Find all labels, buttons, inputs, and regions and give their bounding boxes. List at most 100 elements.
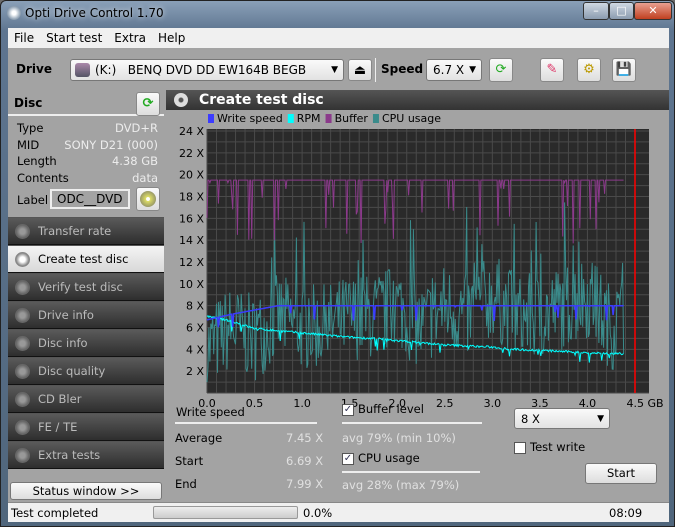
y-tick-label: 2 X: [186, 365, 204, 378]
y-tick-label: 20 X: [179, 169, 204, 182]
nav-label: Transfer rate: [38, 224, 112, 238]
write-speed-select[interactable]: 8 X ▼: [514, 408, 610, 429]
settings-button[interactable]: ⚙: [577, 58, 601, 82]
disc-icon: [15, 280, 30, 295]
x-tick-label: 1.0: [293, 397, 311, 410]
legend-label: RPM: [297, 112, 321, 125]
chevron-down-icon: ▼: [469, 65, 476, 75]
menu-help[interactable]: Help: [152, 28, 191, 48]
disc-label-button[interactable]: [136, 187, 160, 211]
refresh-disc-button[interactable]: ⟳: [136, 92, 160, 116]
nav-item-cd-bler[interactable]: CD Bler: [8, 385, 164, 413]
nav-item-drive-info[interactable]: Drive info: [8, 301, 164, 329]
value: DVD+R: [114, 121, 158, 135]
buffer-level-checkbox[interactable]: ✓ Buffer level: [342, 402, 424, 416]
disc-icon: [15, 392, 30, 407]
erase-button[interactable]: ✎: [540, 58, 564, 82]
nav-label: Verify test disc: [38, 280, 123, 294]
y-tick-label: 14 X: [179, 234, 204, 247]
menu-extra[interactable]: Extra: [108, 28, 152, 48]
drive-name: BENQ DVD DD EW164B BEGB: [127, 63, 307, 77]
disc-title: Disc: [14, 96, 43, 110]
disc-label-field[interactable]: ODC__DVD: [50, 189, 130, 209]
key: Contents: [17, 170, 69, 185]
y-tick-label: 4 X: [186, 343, 204, 356]
eraser-icon: ✎: [546, 62, 558, 77]
nav-item-extra-tests[interactable]: Extra tests: [8, 441, 164, 469]
legend-swatch: [208, 114, 214, 123]
eject-icon: ⏏: [353, 63, 367, 78]
disc-label-row: Label ODC__DVD: [8, 186, 164, 214]
label-key: Label: [17, 193, 49, 207]
maximize-button[interactable]: □: [609, 2, 634, 20]
test-write-checkbox[interactable]: Test write: [514, 440, 585, 454]
save-icon: 💾: [615, 62, 633, 77]
nav-item-verify-test-disc[interactable]: Verify test disc: [8, 273, 164, 301]
cpu-stat: avg 28% (max 79%): [342, 478, 460, 492]
y-tick-label: 22 X: [179, 147, 204, 160]
average-label: Average: [175, 431, 223, 445]
legend-swatch: [287, 114, 294, 123]
value: data: [132, 170, 158, 185]
start-value: 6.69 X: [286, 454, 324, 468]
y-tick-label: 18 X: [179, 191, 204, 204]
disc-icon: [15, 336, 30, 351]
close-button[interactable]: ✕: [634, 2, 672, 20]
disc-length-row: Length 4.38 GB: [8, 153, 164, 170]
disc-header: Disc ⟳: [8, 90, 164, 116]
y-tick-label: 6 X: [186, 322, 204, 335]
legend-label: CPU usage: [382, 112, 441, 125]
drive-select[interactable]: (K:) BENQ DVD DD EW164B BEGB ▼: [70, 59, 344, 81]
legend-label: Buffer: [335, 112, 369, 125]
nav-item-fe-te[interactable]: FE / TE: [8, 413, 164, 441]
key: Length: [17, 154, 57, 168]
status-bar: Test completed 0.0% 08:09: [8, 502, 669, 522]
eject-button[interactable]: ⏏: [348, 59, 372, 81]
nav-label: Extra tests: [38, 448, 101, 462]
minimize-button[interactable]: –: [583, 2, 609, 20]
write-speed-title: Write speed: [176, 405, 245, 419]
y-tick-label: 24 X: [179, 125, 204, 138]
legend-label: Write speed: [217, 112, 283, 125]
speed-select[interactable]: 6.7 X ▼: [426, 59, 482, 81]
disc-icon: [15, 308, 30, 323]
cd-icon: [140, 191, 156, 207]
menu-start-test[interactable]: Start test: [40, 28, 108, 48]
legend-swatch: [325, 114, 332, 123]
y-tick-label: 12 X: [179, 256, 204, 269]
speed-value: 6.7 X: [433, 63, 465, 77]
start-label: Start: [175, 454, 204, 468]
disc-icon: [15, 252, 30, 267]
nav-item-transfer-rate[interactable]: Transfer rate: [8, 217, 164, 245]
chevron-down-icon: ▼: [331, 65, 338, 75]
cpu-usage-label: CPU usage: [358, 451, 420, 465]
start-button[interactable]: Start: [585, 463, 657, 484]
save-button[interactable]: 💾: [612, 58, 636, 82]
nav-label: Disc quality: [38, 364, 106, 378]
nav-item-disc-info[interactable]: Disc info: [8, 329, 164, 357]
nav-label: CD Bler: [38, 392, 82, 406]
nav-item-disc-quality[interactable]: Disc quality: [8, 357, 164, 385]
gear-icon: ⚙: [583, 62, 595, 77]
drive-label: Drive: [16, 62, 52, 76]
disc-icon: [15, 364, 30, 379]
refresh-speed-button[interactable]: ⟳: [489, 58, 513, 82]
disc-icon: [15, 448, 30, 463]
status-window-button[interactable]: Status window >>: [10, 482, 162, 500]
buffer-stat: avg 79% (min 10%): [342, 431, 456, 445]
chart: Write speed RPM Buffer CPU usage 2 X 4 X 6 X 8 …: [179, 112, 664, 410]
test-write-label: Test write: [530, 440, 586, 454]
chevron-down-icon: ▼: [597, 414, 604, 424]
disc-icon: [15, 224, 30, 239]
y-tick-label: 10 X: [179, 278, 204, 291]
menu-file[interactable]: File: [8, 28, 40, 48]
cpu-usage-checkbox[interactable]: ✓ CPU usage: [342, 451, 420, 465]
app-icon: [7, 6, 21, 20]
end-value: 7.99 X: [286, 477, 324, 491]
drive-icon: [75, 63, 90, 77]
progress-text: 0.0%: [303, 506, 333, 520]
main-panel: Create test disc Write speed RPM Buffer CPU…: [166, 90, 669, 492]
menu-bar: File Start test Extra Help: [8, 28, 669, 48]
nav-item-create-test-disc[interactable]: Create test disc: [8, 245, 164, 273]
nav-label: Disc info: [38, 336, 88, 350]
